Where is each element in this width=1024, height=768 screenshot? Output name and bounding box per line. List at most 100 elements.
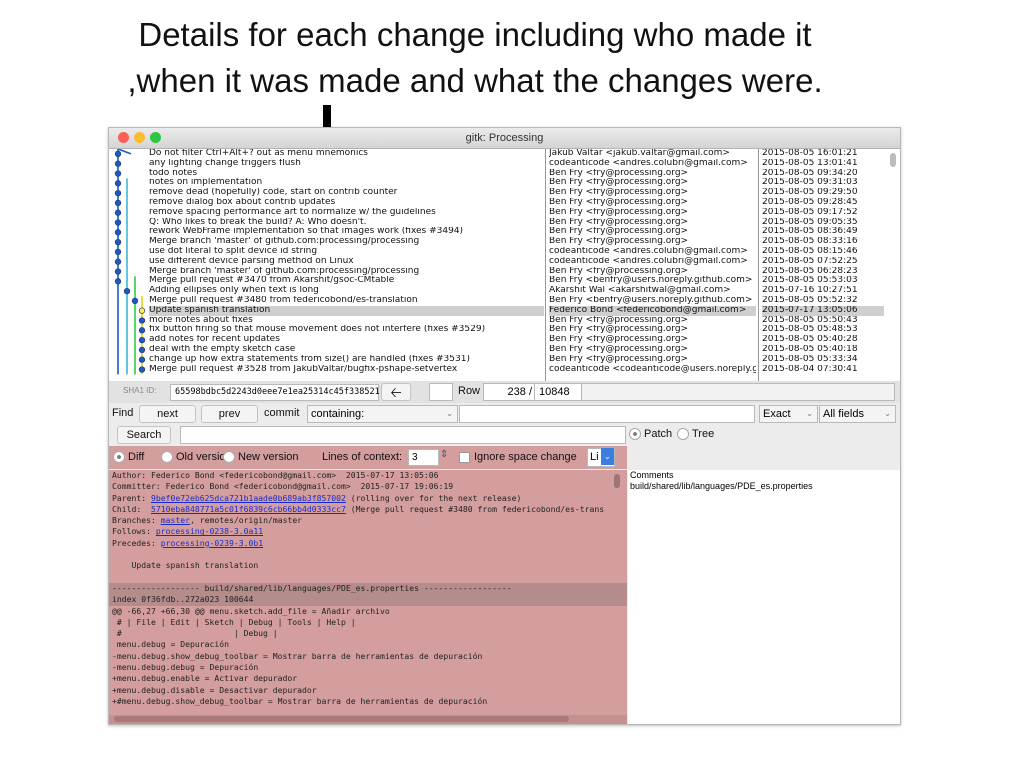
commit-node[interactable] bbox=[114, 170, 122, 177]
find-next-button[interactable]: next bbox=[139, 405, 196, 423]
commit-node[interactable] bbox=[138, 356, 146, 363]
commit-date[interactable]: 2015-08-05 05:52:32 bbox=[762, 296, 884, 306]
tree-radio[interactable]: Tree bbox=[677, 428, 714, 441]
commit-message[interactable]: use dot literal to split device id strin… bbox=[149, 247, 544, 257]
sha1-field[interactable]: 65598bdbc5d2243d0eee7e1ea25314c45f338521 bbox=[170, 384, 380, 401]
commit-node[interactable] bbox=[114, 268, 122, 275]
containing-select[interactable]: containing: ⌄ bbox=[307, 405, 458, 423]
commit-date[interactable]: 2015-08-05 09:31:03 bbox=[762, 178, 884, 188]
commit-message[interactable]: Q: Who likes to break the build? A: Who … bbox=[149, 218, 544, 228]
commit-node[interactable] bbox=[114, 180, 122, 187]
commit-node[interactable] bbox=[114, 248, 122, 256]
commit-node[interactable] bbox=[114, 229, 122, 236]
commit-author[interactable]: Ben Fry <fry@processing.org> bbox=[549, 208, 756, 218]
fields-select[interactable]: All fields ⌄ bbox=[819, 405, 896, 423]
commit-date[interactable]: 2015-08-05 05:40:28 bbox=[762, 335, 884, 345]
commit-date[interactable]: 2015-08-05 05:48:53 bbox=[762, 325, 884, 335]
commit-date[interactable]: 2015-08-05 09:29:50 bbox=[762, 188, 884, 198]
commit-author[interactable]: Ben Fry <fry@processing.org> bbox=[549, 267, 756, 277]
commit-message[interactable]: remove spacing performance art to normal… bbox=[149, 208, 544, 218]
commit-message[interactable]: remove dialog box about contrib updates bbox=[149, 198, 544, 208]
search-button[interactable]: Search bbox=[117, 426, 171, 444]
search-input[interactable] bbox=[180, 426, 626, 444]
commit-date[interactable]: 2015-08-05 08:33:16 bbox=[762, 237, 884, 247]
commit-date[interactable]: 2015-08-05 16:01:21 bbox=[762, 149, 884, 159]
commit-author[interactable]: Ben Fry <benfry@users.noreply.github.com… bbox=[549, 276, 756, 286]
commit-node[interactable] bbox=[131, 297, 139, 305]
patch-radio[interactable]: Patch bbox=[629, 428, 672, 441]
commit-message[interactable]: Update spanish translation bbox=[149, 305, 544, 316]
commit-node[interactable] bbox=[114, 238, 122, 246]
commit-author[interactable]: Ben Fry <fry@processing.org> bbox=[549, 178, 756, 188]
commit-message[interactable]: use different device parsing method on L… bbox=[149, 257, 544, 267]
commit-date[interactable]: 2015-07-17 13:05:06 bbox=[762, 305, 884, 316]
commit-author[interactable]: Ben Fry <benfry@users.noreply.github.com… bbox=[549, 296, 756, 306]
back-arrow-icon[interactable]: 🡠 bbox=[381, 383, 411, 401]
commit-message[interactable]: Merge branch 'master' of github.com:proc… bbox=[149, 267, 544, 277]
commit-author[interactable]: Federico Bond <federicobond@gmail.com> bbox=[549, 305, 756, 316]
commit-author[interactable]: Ben Fry <fry@processing.org> bbox=[549, 227, 756, 237]
commit-link[interactable]: master bbox=[161, 515, 190, 525]
commit-link[interactable]: 5710eba848771a5c01f6839c6cb66bb4d0333cc7 bbox=[151, 504, 346, 514]
commit-date[interactable]: 2015-07-16 10:27:51 bbox=[762, 286, 884, 296]
context-input[interactable]: 3 bbox=[408, 449, 439, 466]
commit-author[interactable]: Ben Fry <fry@processing.org> bbox=[549, 188, 756, 198]
commit-node[interactable] bbox=[138, 307, 146, 314]
commit-node[interactable] bbox=[114, 160, 122, 167]
commit-date[interactable]: 2015-08-05 05:53:03 bbox=[762, 276, 884, 286]
commit-date[interactable]: 2015-08-05 05:33:34 bbox=[762, 355, 884, 365]
commit-node[interactable] bbox=[114, 278, 122, 285]
minimize-window-button[interactable] bbox=[134, 132, 145, 143]
commit-message[interactable]: fix button firing so that mouse movement… bbox=[149, 325, 544, 335]
hscroll-thumb[interactable] bbox=[114, 716, 569, 722]
commit-author[interactable]: Ben Fry <fry@processing.org> bbox=[549, 335, 756, 345]
commit-author[interactable]: Akarshit Wal <akarshitwal@gmail.com> bbox=[549, 286, 756, 296]
old-version-radio[interactable]: Old version bbox=[161, 451, 232, 464]
stepper-icon[interactable]: ⇕ bbox=[440, 449, 448, 460]
forward-button[interactable] bbox=[429, 383, 453, 401]
commit-message[interactable]: rework WebFrame implementation so that i… bbox=[149, 227, 544, 237]
commit-author[interactable]: Ben Fry <fry@processing.org> bbox=[549, 218, 756, 228]
commit-message[interactable]: any lighting change triggers flush bbox=[149, 159, 544, 169]
ignore-space-checkbox[interactable]: Ignore space change bbox=[459, 451, 577, 463]
commit-node[interactable] bbox=[138, 336, 146, 344]
commit-date[interactable]: 2015-08-04 07:30:41 bbox=[762, 365, 884, 375]
commit-author[interactable]: Ben Fry <fry@processing.org> bbox=[549, 355, 756, 365]
commit-list-scrollbar[interactable] bbox=[890, 151, 897, 379]
commit-message[interactable]: Merge branch 'master' of github.com:proc… bbox=[149, 237, 544, 247]
commit-date[interactable]: 2015-08-05 06:28:23 bbox=[762, 267, 884, 277]
commit-author[interactable]: Ben Fry <fry@processing.org> bbox=[549, 198, 756, 208]
commit-author[interactable]: Jakub Valtar <jakub.valtar@gmail.com> bbox=[549, 149, 756, 159]
commit-date[interactable]: 2015-08-05 07:52:25 bbox=[762, 257, 884, 267]
commit-date[interactable]: 2015-08-05 08:15:46 bbox=[762, 247, 884, 257]
column-divider[interactable] bbox=[545, 149, 546, 381]
scroll-thumb[interactable] bbox=[890, 153, 896, 167]
commit-author[interactable]: codeanticode <andres.colubri@gmail.com> bbox=[549, 159, 756, 169]
commit-author[interactable]: codeanticode <codeanticode@users.noreply… bbox=[549, 365, 756, 375]
commit-link[interactable]: processing-0239-3.0b1 bbox=[161, 538, 263, 548]
commit-message[interactable]: deal with the empty sketch case bbox=[149, 345, 544, 355]
exact-select[interactable]: Exact ⌄ bbox=[759, 405, 818, 423]
commit-node[interactable] bbox=[114, 189, 122, 197]
commit-author[interactable]: Ben Fry <fry@processing.org> bbox=[549, 325, 756, 335]
commit-date[interactable]: 2015-08-05 09:28:45 bbox=[762, 198, 884, 208]
commit-message[interactable]: Merge pull request #3480 from federicobo… bbox=[149, 296, 544, 306]
commit-node[interactable] bbox=[114, 150, 122, 158]
commit-message[interactable]: remove dead (hopefully) code, start on c… bbox=[149, 188, 544, 198]
commit-date[interactable]: 2015-08-05 09:34:20 bbox=[762, 169, 884, 179]
commit-message[interactable]: Merge pull request #3470 from Akarshit/g… bbox=[149, 276, 544, 286]
commit-author[interactable]: Ben Fry <fry@processing.org> bbox=[549, 237, 756, 247]
commit-message[interactable]: change up how extra statements from size… bbox=[149, 355, 544, 365]
commit-date[interactable]: 2015-08-05 09:05:35 bbox=[762, 218, 884, 228]
commit-message[interactable]: add notes for recent updates bbox=[149, 335, 544, 345]
commit-node[interactable] bbox=[138, 327, 146, 334]
close-window-button[interactable] bbox=[118, 132, 129, 143]
commit-author[interactable]: codeanticode <andres.colubri@gmail.com> bbox=[549, 257, 756, 267]
commit-node[interactable] bbox=[138, 346, 146, 354]
commit-link[interactable]: processing-0238-3.0a11 bbox=[156, 526, 263, 536]
commit-date[interactable]: 2015-08-05 13:01:41 bbox=[762, 159, 884, 169]
diff-radio[interactable]: Diff bbox=[113, 451, 144, 464]
commit-node[interactable] bbox=[138, 317, 146, 324]
commit-node[interactable] bbox=[138, 366, 146, 373]
commit-node[interactable] bbox=[114, 199, 122, 207]
